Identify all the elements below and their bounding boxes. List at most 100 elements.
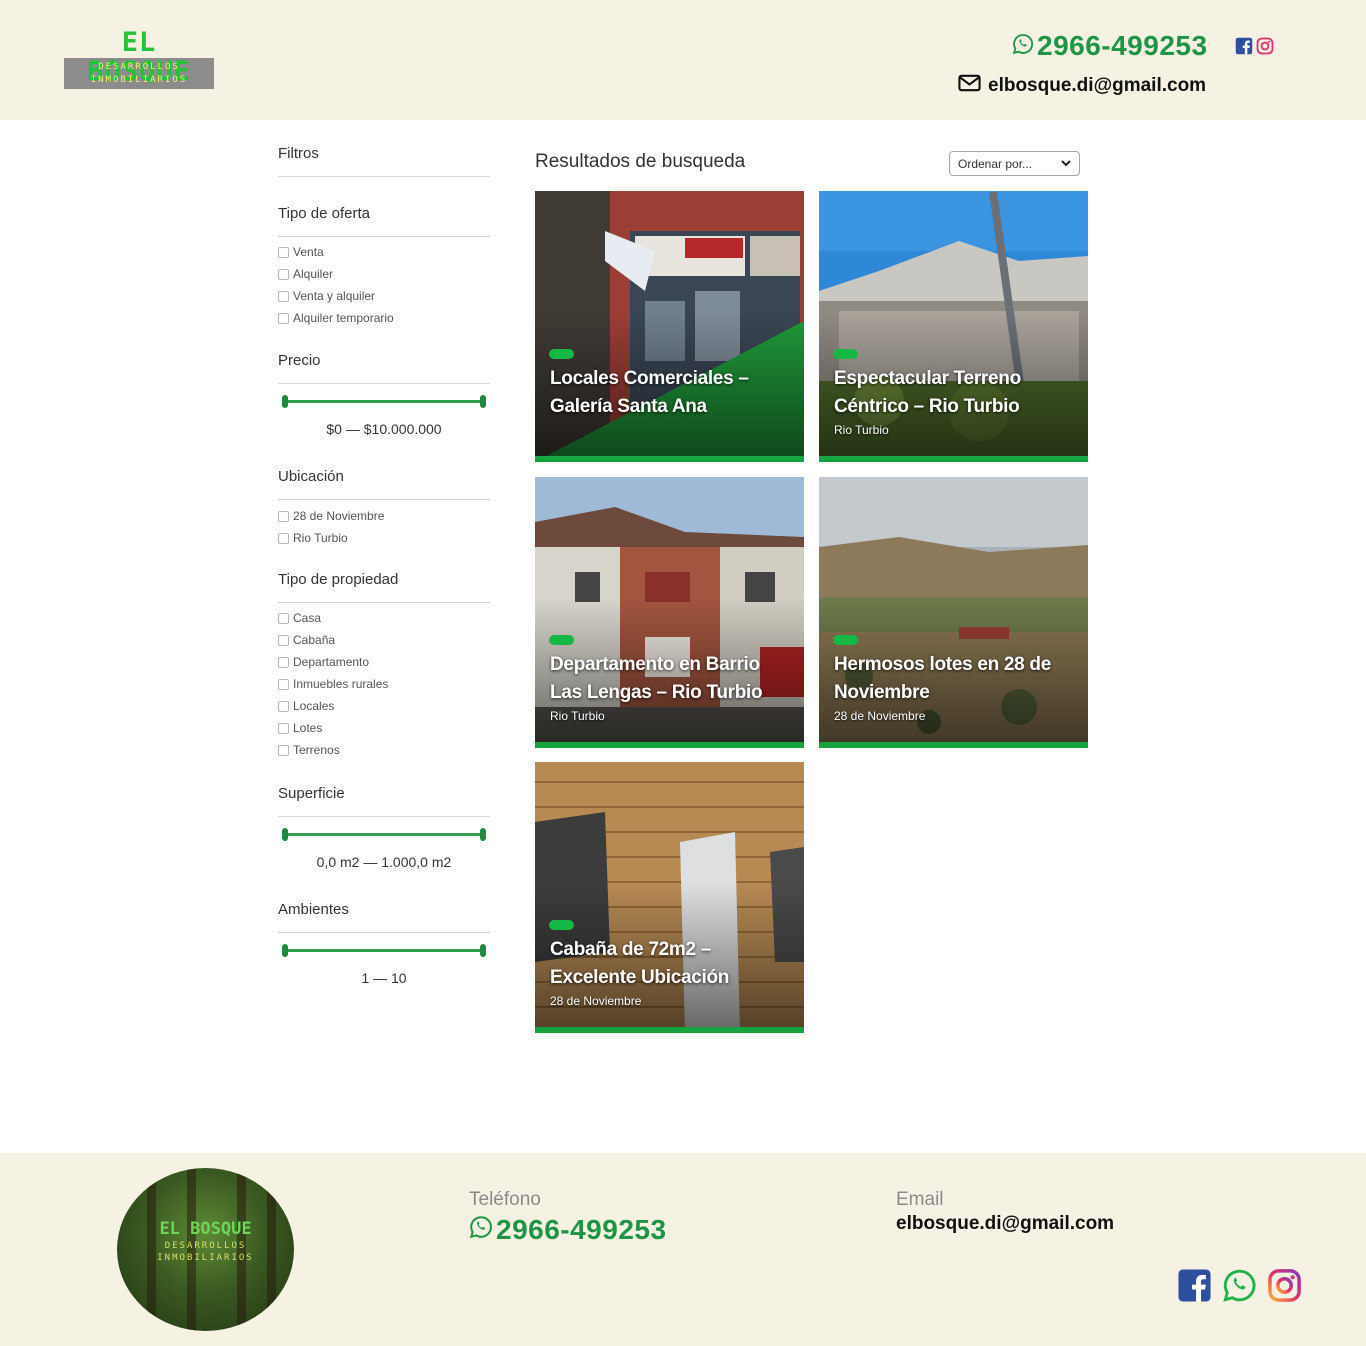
footer-phone-label: Teléfono: [469, 1189, 541, 1210]
property-card[interactable]: Departamento en Barrio Las Lengas – Rio …: [535, 477, 804, 748]
surface-range-slider[interactable]: [278, 827, 490, 841]
whatsapp-icon: [1012, 30, 1034, 62]
price-range-slider[interactable]: [278, 394, 490, 408]
site-header: EL BOSQUE DESARROLLOS INMOBILIARIOS 2966…: [0, 0, 1366, 120]
instagram-icon[interactable]: [1256, 37, 1274, 60]
card-title[interactable]: Departamento en Barrio Las Lengas – Rio …: [550, 651, 795, 707]
footer-email-link[interactable]: elbosque.di@gmail.com: [896, 1213, 1114, 1235]
card-title[interactable]: Locales Comerciales – Galería Santa Ana: [550, 365, 795, 421]
checkbox-box[interactable]: [278, 722, 289, 734]
card-accent-bar: [535, 1027, 804, 1033]
checkbox-label: Venta: [293, 245, 324, 259]
card-accent-bar: [535, 456, 804, 462]
divider: [278, 383, 490, 384]
divider: [278, 816, 490, 817]
card-location: Rio Turbio: [550, 709, 605, 723]
checkbox-label: 28 de Noviembre: [293, 509, 385, 523]
checkbox-box[interactable]: [278, 312, 289, 324]
card-tag-badge: [549, 920, 574, 930]
header-email-address: elbosque.di@gmail.com: [988, 75, 1207, 96]
divider: [278, 932, 490, 933]
checkbox-label: Rio Turbio: [293, 531, 348, 545]
checkbox-box[interactable]: [278, 268, 289, 280]
property-type-checkbox-terrenos[interactable]: Terrenos: [278, 739, 490, 761]
checkbox-box[interactable]: [278, 532, 289, 544]
whatsapp-icon: [469, 1214, 493, 1246]
divider: [278, 176, 490, 177]
header-phone-link[interactable]: 2966-499253: [1012, 29, 1208, 63]
checkbox-box[interactable]: [278, 678, 289, 690]
checkbox-box[interactable]: [278, 700, 289, 712]
offer-type-checkbox-venta[interactable]: Venta: [278, 241, 490, 263]
slider-min-handle[interactable]: [282, 395, 288, 408]
checkbox-box[interactable]: [278, 612, 289, 624]
property-type-checkbox-lotes[interactable]: Lotes: [278, 717, 490, 739]
footer-phone-link[interactable]: 2966-499253: [469, 1214, 667, 1246]
footer-logo-subtitle: DESARROLLOS INMOBILIARIOS: [117, 1240, 294, 1264]
card-title[interactable]: Hermosos lotes en 28 de Noviembre: [834, 651, 1079, 707]
offer-type-title: Tipo de oferta: [278, 205, 370, 222]
sort-selected-value: Ordenar por...: [958, 156, 1033, 171]
offer-type-options: Venta Alquiler Venta y alquiler Alquiler…: [278, 241, 490, 329]
surface-range-value: 0,0 m2 — 1.000,0 m2: [316, 854, 452, 870]
card-title[interactable]: Cabaña de 72m2 – Excelente Ubicación: [550, 936, 795, 992]
property-type-checkbox-departamento[interactable]: Departamento: [278, 651, 490, 673]
checkbox-label: Cabaña: [293, 633, 336, 647]
offer-type-checkbox-venta-y-alquiler[interactable]: Venta y alquiler: [278, 285, 490, 307]
property-card[interactable]: Espectacular Terreno Céntrico – Rio Turb…: [819, 191, 1088, 462]
checkbox-label: Departamento: [293, 655, 370, 669]
logo[interactable]: EL BOSQUE DESARROLLOS INMOBILIARIOS: [64, 28, 214, 89]
results-title: Resultados de busqueda: [535, 151, 746, 172]
sort-select[interactable]: Ordenar por...: [949, 151, 1080, 176]
slider-max-handle[interactable]: [480, 395, 486, 408]
checkbox-label: Lotes: [293, 721, 323, 735]
property-type-checkbox-locales[interactable]: Locales: [278, 695, 490, 717]
offer-type-checkbox-alquiler-temporario[interactable]: Alquiler temporario: [278, 307, 490, 329]
location-checkbox-28-de-noviembre[interactable]: 28 de Noviembre: [278, 505, 490, 527]
logo-title: EL BOSQUE: [87, 27, 191, 87]
checkbox-box[interactable]: [278, 246, 289, 258]
checkbox-box[interactable]: [278, 744, 289, 756]
property-type-checkbox-casa[interactable]: Casa: [278, 607, 490, 629]
footer-social-links: [1177, 1268, 1302, 1308]
property-card[interactable]: Locales Comerciales – Galería Santa Ana: [535, 191, 804, 462]
checkbox-box[interactable]: [278, 290, 289, 302]
checkbox-label: Casa: [293, 611, 322, 625]
rooms-range-slider[interactable]: [278, 943, 490, 957]
checkbox-label: Locales: [293, 699, 335, 713]
property-type-title: Tipo de propiedad: [278, 571, 399, 588]
card-location: 28 de Noviembre: [550, 994, 642, 1008]
facebook-icon[interactable]: [1177, 1268, 1212, 1308]
header-phone-number: 2966-499253: [1037, 30, 1208, 61]
footer-logo[interactable]: EL BOSQUE DESARROLLOS INMOBILIARIOS: [117, 1168, 294, 1331]
location-checkbox-rio-turbio[interactable]: Rio Turbio: [278, 527, 490, 549]
footer-phone-number: 2966-499253: [496, 1214, 667, 1245]
property-type-checkbox-inmuebles-rurales[interactable]: Inmuebles rurales: [278, 673, 490, 695]
surface-title: Superficie: [278, 785, 345, 802]
header-email-link[interactable]: elbosque.di@gmail.com: [958, 74, 1206, 98]
footer-logo-subtitle-line2: INMOBILIARIOS: [157, 1253, 254, 1263]
instagram-icon[interactable]: [1267, 1268, 1302, 1308]
property-card[interactable]: Hermosos lotes en 28 de Noviembre 28 de …: [819, 477, 1088, 748]
divider: [278, 236, 490, 237]
checkbox-label: Venta y alquiler: [293, 289, 376, 303]
checkbox-label: Inmuebles rurales: [293, 677, 389, 691]
card-accent-bar: [535, 742, 804, 748]
slider-max-handle[interactable]: [480, 828, 486, 841]
checkbox-box[interactable]: [278, 656, 289, 668]
offer-type-checkbox-alquiler[interactable]: Alquiler: [278, 263, 490, 285]
facebook-icon[interactable]: [1235, 37, 1253, 60]
checkbox-box[interactable]: [278, 510, 289, 522]
property-type-checkbox-cabana[interactable]: Cabaña: [278, 629, 490, 651]
slider-min-handle[interactable]: [282, 828, 288, 841]
slider-min-handle[interactable]: [282, 944, 288, 957]
property-card[interactable]: Cabaña de 72m2 – Excelente Ubicación 28 …: [535, 762, 804, 1033]
slider-track: [285, 949, 483, 952]
property-type-options: Casa Cabaña Departamento Inmuebles rural…: [278, 607, 490, 761]
whatsapp-icon[interactable]: [1222, 1268, 1257, 1308]
card-title[interactable]: Espectacular Terreno Céntrico – Rio Turb…: [834, 365, 1079, 421]
slider-max-handle[interactable]: [480, 944, 486, 957]
card-tag-badge: [833, 635, 858, 645]
checkbox-box[interactable]: [278, 634, 289, 646]
card-location: 28 de Noviembre: [834, 709, 926, 723]
